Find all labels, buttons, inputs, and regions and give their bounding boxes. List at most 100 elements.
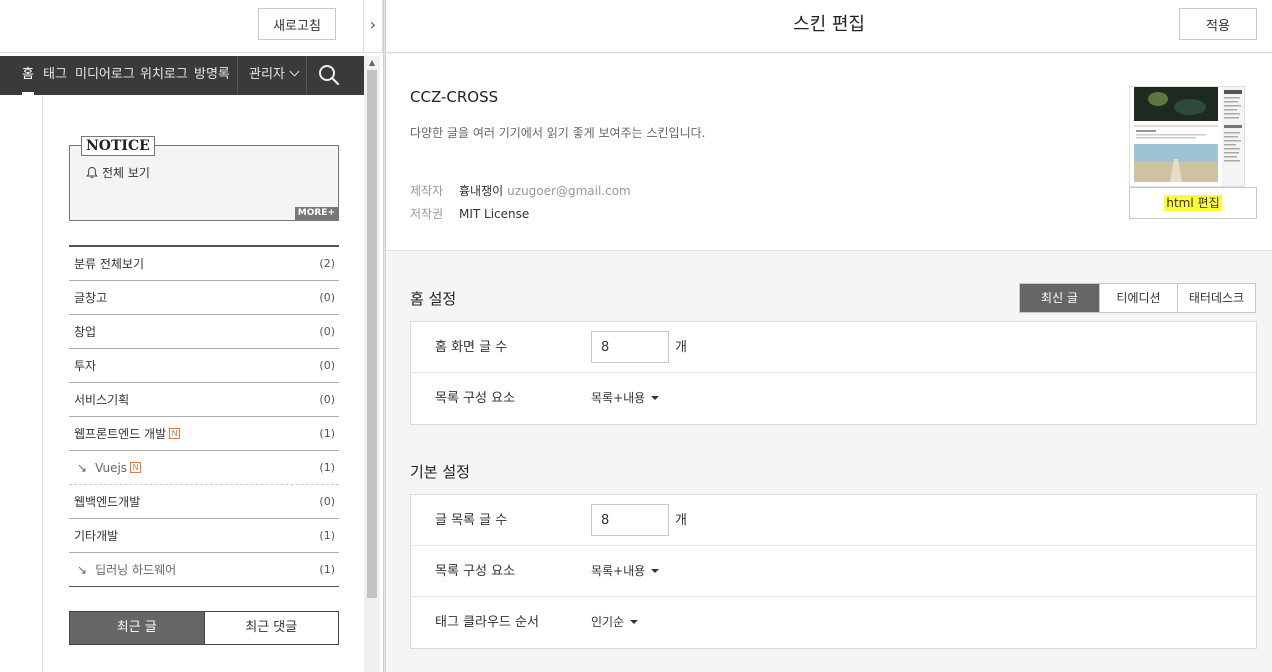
tag-cloud-order-label: 태그 클라우드 순서 <box>435 615 539 630</box>
basic-settings-box: 글 목록 글 수 개 목록 구성 요소 목록+내용 태그 클라우드 순서 인기순 <box>410 494 1257 649</box>
category-item[interactable]: 창업 (0) <box>69 315 339 349</box>
category-count: (0) <box>319 495 335 508</box>
nav-admin-label: 관리자 <box>249 67 285 82</box>
category-count: (2) <box>319 257 335 270</box>
category-subitem[interactable]: ↘ Vuejs N (1) <box>69 451 339 485</box>
skin-thumbnail <box>1129 86 1245 187</box>
tag-cloud-order-value: 인기순 <box>591 615 625 629</box>
home-list-elements-row: 목록 구성 요소 목록+내용 <box>411 373 1256 424</box>
blog-preview-pane: 새로고침 › 홈 태그 미디어로그 위치로그 방명록 관리자 NOTICE 전체… <box>0 0 383 672</box>
refresh-button[interactable]: 새로고침 <box>258 8 336 40</box>
notice-view-all-label: 전체 보기 <box>102 166 150 180</box>
skin-license-row: 저작권 MIT License <box>410 205 529 222</box>
blog-nav-bar: 홈 태그 미디어로그 위치로그 방명록 관리자 <box>0 56 364 95</box>
category-label: 창업 <box>74 325 97 339</box>
tab-recent-comments[interactable]: 최근 댓글 <box>203 612 338 644</box>
category-label: 투자 <box>74 359 97 373</box>
category-label: 딥러닝 하드웨어 <box>95 563 177 577</box>
basic-post-count-input[interactable] <box>591 504 669 536</box>
category-item[interactable]: 웹프론트엔드 개발 N (1) <box>69 417 339 451</box>
author-name: 흉내쟁이 <box>459 184 504 198</box>
basic-settings-title: 기본 설정 <box>410 463 470 481</box>
basic-post-count-unit: 개 <box>675 513 687 528</box>
category-item[interactable]: 웹백엔드개발 (0) <box>69 485 339 519</box>
skin-author-row: 제작자 흉내쟁이 uzugoer@gmail.com <box>410 182 631 199</box>
category-label: 글창고 <box>74 291 108 305</box>
skin-description: 다양한 글을 여러 기기에서 읽기 좋게 보여주는 스킨입니다. <box>410 126 706 140</box>
home-mode-tabs: 최신 글 티에디션 태터데스크 <box>1019 283 1256 313</box>
scroll-up-arrow-icon[interactable]: ▲ <box>364 56 380 70</box>
category-item[interactable]: 분류 전체보기 (2) <box>69 247 339 281</box>
nav-guestbook[interactable]: 방명록 <box>194 56 230 95</box>
category-label: 분류 전체보기 <box>74 257 145 271</box>
category-label: 웹백엔드개발 <box>74 495 141 509</box>
tag-cloud-order-select[interactable]: 인기순 <box>591 597 639 648</box>
tab-mode-latest[interactable]: 최신 글 <box>1020 284 1099 312</box>
category-item[interactable]: 글창고 (0) <box>69 281 339 315</box>
scroll-thumb[interactable] <box>367 70 377 598</box>
tab-mode-tatterdesk[interactable]: 태터데스크 <box>1177 284 1255 312</box>
bell-icon <box>86 166 98 179</box>
preview-toolbar: 새로고침 <box>0 0 363 53</box>
home-post-count-label: 홈 화면 글 수 <box>435 340 508 355</box>
nav-medialog[interactable]: 미디어로그 <box>75 56 135 95</box>
nav-admin-dropdown[interactable]: 관리자 <box>237 56 307 95</box>
page-title: 스킨 편집 <box>793 14 865 35</box>
nav-tag[interactable]: 태그 <box>43 56 67 95</box>
caret-down-icon <box>651 568 660 573</box>
basic-list-elements-select[interactable]: 목록+내용 <box>591 546 660 597</box>
skin-name: CCZ-CROSS <box>410 88 499 106</box>
preview-scrollbar[interactable]: ▲ <box>364 56 380 672</box>
chevron-right-icon: › <box>369 15 377 34</box>
caret-down-icon <box>651 395 660 400</box>
basic-list-elements-value: 목록+내용 <box>591 564 646 578</box>
basic-list-elements-row: 목록 구성 요소 목록+내용 <box>411 546 1256 597</box>
subcategory-arrow-icon: ↘ <box>77 563 88 577</box>
home-post-count-row: 홈 화면 글 수 개 <box>411 322 1256 373</box>
collapse-preview-button[interactable]: › <box>363 0 383 53</box>
html-edit-button[interactable]: html 편집 <box>1129 187 1257 219</box>
category-item[interactable]: 투자 (0) <box>69 349 339 383</box>
category-subitem[interactable]: ↘ 딥러닝 하드웨어 (1) <box>69 553 339 587</box>
nav-home[interactable]: 홈 <box>22 56 34 95</box>
basic-post-count-row: 글 목록 글 수 개 <box>411 495 1256 546</box>
notice-box: NOTICE 전체 보기 MORE+ <box>69 136 339 221</box>
category-count: (1) <box>319 563 335 576</box>
new-badge-icon: N <box>169 428 181 439</box>
skin-thumbnail-image <box>1130 87 1244 186</box>
category-item[interactable]: 서비스기획 (0) <box>69 383 339 417</box>
caret-down-icon <box>630 619 639 624</box>
edit-header: 스킨 편집 적용 <box>386 0 1272 53</box>
category-label: 서비스기획 <box>74 393 130 407</box>
nav-locationlog[interactable]: 위치로그 <box>140 56 188 95</box>
home-list-elements-select[interactable]: 목록+내용 <box>591 373 660 424</box>
home-list-elements-value: 목록+내용 <box>591 391 646 405</box>
recent-tabs: 최근 글 최근 댓글 <box>69 611 339 645</box>
notice-view-all[interactable]: 전체 보기 <box>86 164 150 181</box>
category-count: (1) <box>319 427 335 440</box>
apply-button[interactable]: 적용 <box>1179 8 1257 40</box>
license-value: MIT License <box>459 207 530 221</box>
notice-more-button[interactable]: MORE+ <box>294 207 338 220</box>
category-item[interactable]: 기타개발 (1) <box>69 519 339 553</box>
basic-post-count-label: 글 목록 글 수 <box>435 513 508 528</box>
subcategory-arrow-icon: ↘ <box>77 461 88 475</box>
home-post-count-input[interactable] <box>591 331 669 363</box>
category-count: (0) <box>319 359 335 372</box>
home-post-count-unit: 개 <box>675 340 687 355</box>
tab-recent-posts[interactable]: 최근 글 <box>70 612 204 644</box>
new-badge-icon: N <box>130 462 142 473</box>
skin-edit-pane: 스킨 편집 적용 CCZ-CROSS 다양한 글을 여러 기기에서 읽기 좋게 … <box>386 0 1272 672</box>
html-edit-label: html 편집 <box>1164 195 1222 211</box>
category-label: 웹프론트엔드 개발 <box>74 427 167 441</box>
search-icon[interactable] <box>318 64 340 86</box>
tag-cloud-order-row: 태그 클라우드 순서 인기순 <box>411 597 1256 648</box>
blog-sidebar: NOTICE 전체 보기 MORE+ 분류 전체보기 (2) 글창고 (0) 창업 (0)… <box>42 95 364 672</box>
category-count: (1) <box>319 529 335 542</box>
basic-list-elements-label: 목록 구성 요소 <box>435 564 516 579</box>
tab-mode-tedition[interactable]: 티에디션 <box>1099 284 1177 312</box>
author-label: 제작자 <box>410 184 444 198</box>
category-count: (0) <box>319 291 335 304</box>
skin-info-panel: CCZ-CROSS 다양한 글을 여러 기기에서 읽기 좋게 보여주는 스킨입니… <box>386 54 1272 251</box>
category-count: (0) <box>319 325 335 338</box>
